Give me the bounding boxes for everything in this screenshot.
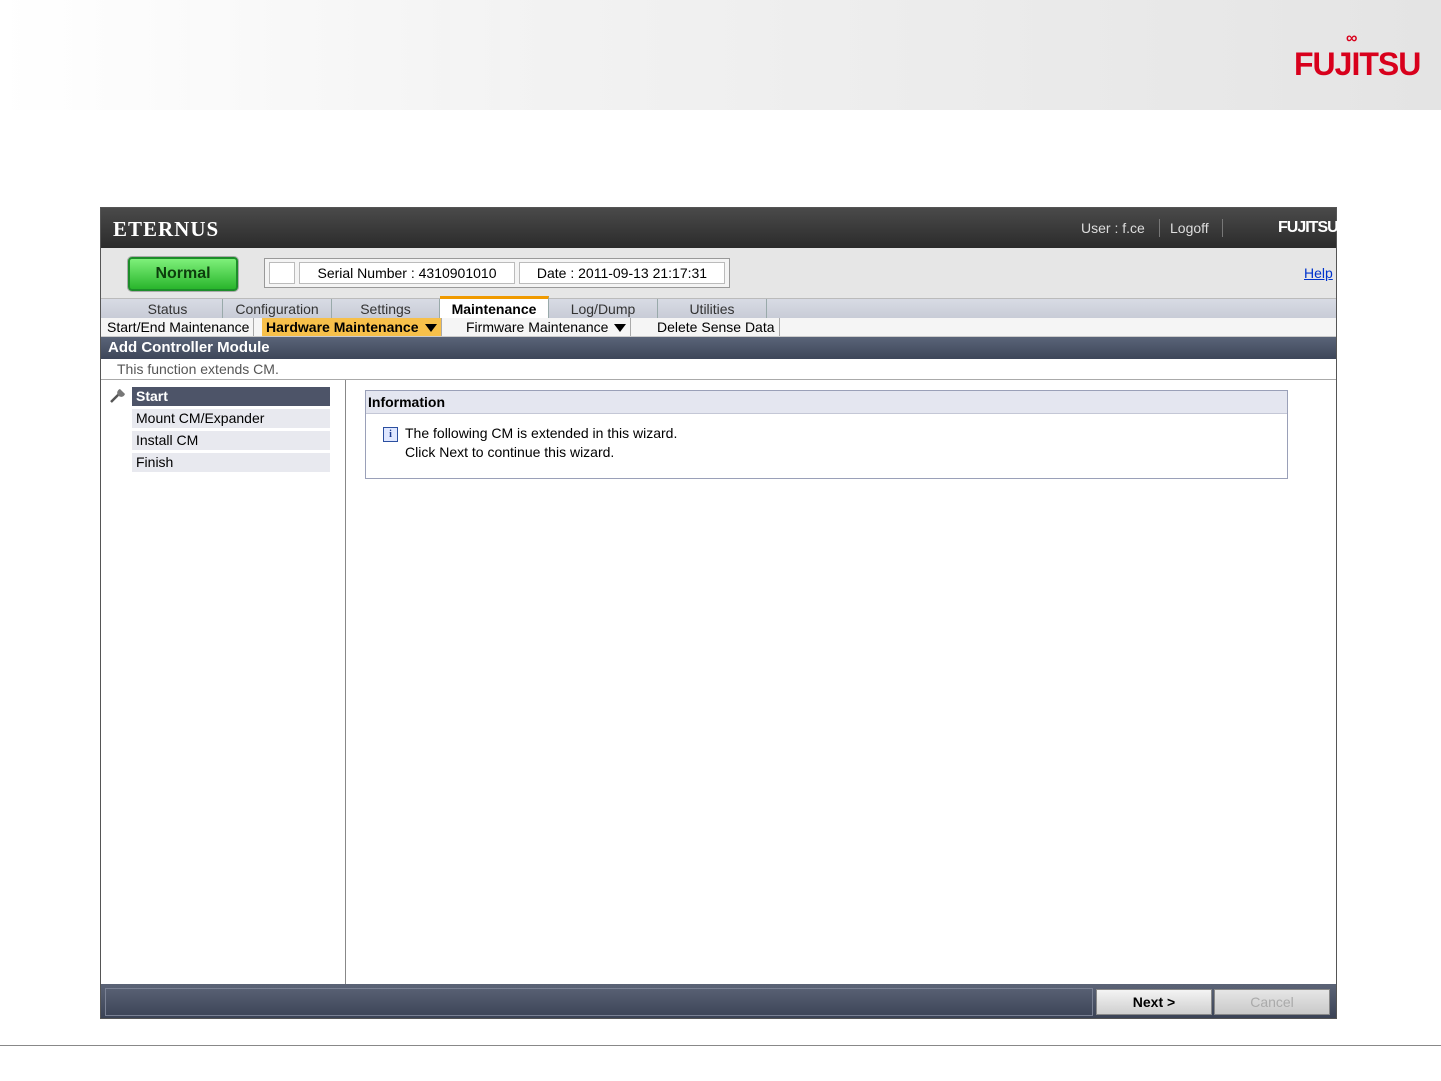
dropdown-arrow-icon bbox=[614, 324, 627, 333]
eternus-window: ETERNUS User : f.ce Logoff FUJITSU Norma… bbox=[100, 207, 1339, 1019]
slide-header-band bbox=[0, 0, 1441, 110]
sub-navigation: Start/End Maintenance Hardware Maintenan… bbox=[101, 318, 1336, 337]
wizard-steps-panel: Start Mount CM/Expander Install CM Finis… bbox=[101, 380, 346, 984]
subnav-firmware-maintenance[interactable]: Firmware Maintenance bbox=[462, 318, 632, 336]
dropdown-arrow-icon bbox=[424, 324, 437, 333]
header-logo: FUJITSU bbox=[1278, 219, 1339, 236]
info-message-line1: The following CM is extended in this wiz… bbox=[405, 425, 678, 441]
status-bar: Normal Serial Number : 4310901010 Date :… bbox=[101, 248, 1336, 298]
user-label: User : f.ce bbox=[1081, 220, 1145, 236]
wizard-button-bar: Next > Cancel bbox=[101, 984, 1336, 1018]
system-info-box: Serial Number : 4310901010 Date : 2011-0… bbox=[264, 258, 730, 288]
subnav-start-end-maintenance[interactable]: Start/End Maintenance bbox=[103, 318, 255, 336]
button-bar-frame bbox=[105, 988, 1093, 1016]
header-divider bbox=[1222, 219, 1223, 237]
subnav-hardware-maintenance[interactable]: Hardware Maintenance bbox=[262, 318, 442, 336]
subnav-delete-sense-data[interactable]: Delete Sense Data bbox=[653, 318, 780, 336]
next-button[interactable]: Next > bbox=[1096, 989, 1212, 1015]
brand-title: ETERNUS bbox=[113, 217, 220, 241]
infinity-mark: ∞ bbox=[1346, 30, 1358, 47]
fujitsu-logo: FUJITSU ∞ bbox=[1294, 30, 1421, 82]
information-panel: Information i The following CM is extend… bbox=[365, 390, 1288, 479]
logoff-link[interactable]: Logoff bbox=[1170, 220, 1209, 236]
page-title: Add Controller Module bbox=[101, 337, 1336, 359]
slide-divider bbox=[0, 1045, 1441, 1046]
serial-number: Serial Number : 4310901010 bbox=[299, 262, 515, 284]
tab-maintenance[interactable]: Maintenance bbox=[440, 296, 549, 320]
tab-configuration[interactable]: Configuration bbox=[223, 299, 332, 319]
info-message-line2: Click Next to continue this wizard. bbox=[405, 444, 615, 460]
help-link[interactable]: Help bbox=[1304, 265, 1333, 281]
date-time: Date : 2011-09-13 21:17:31 bbox=[519, 262, 725, 284]
tab-settings[interactable]: Settings bbox=[332, 299, 440, 319]
main-tabs: Status Configuration Settings Maintenanc… bbox=[101, 296, 1336, 320]
header-divider bbox=[1159, 219, 1160, 237]
info-icon: i bbox=[383, 427, 398, 442]
tab-log-dump[interactable]: Log/Dump bbox=[549, 299, 658, 319]
wizard-step-finish: Finish bbox=[132, 453, 330, 472]
page-description: This function extends CM. bbox=[101, 359, 1336, 380]
cancel-button[interactable]: Cancel bbox=[1214, 989, 1330, 1015]
app-header: ETERNUS User : f.ce Logoff FUJITSU bbox=[101, 208, 1339, 248]
information-title: Information bbox=[366, 391, 1287, 414]
wrench-icon bbox=[110, 389, 125, 403]
tab-status[interactable]: Status bbox=[113, 299, 223, 319]
status-normal-button[interactable]: Normal bbox=[128, 257, 238, 291]
wizard-step-start: Start bbox=[132, 387, 330, 406]
tab-utilities[interactable]: Utilities bbox=[658, 299, 767, 319]
status-indicator bbox=[269, 262, 295, 284]
wizard-step-mount: Mount CM/Expander bbox=[132, 409, 330, 428]
wizard-step-install: Install CM bbox=[132, 431, 330, 450]
wizard-content: Information i The following CM is extend… bbox=[346, 380, 1336, 984]
